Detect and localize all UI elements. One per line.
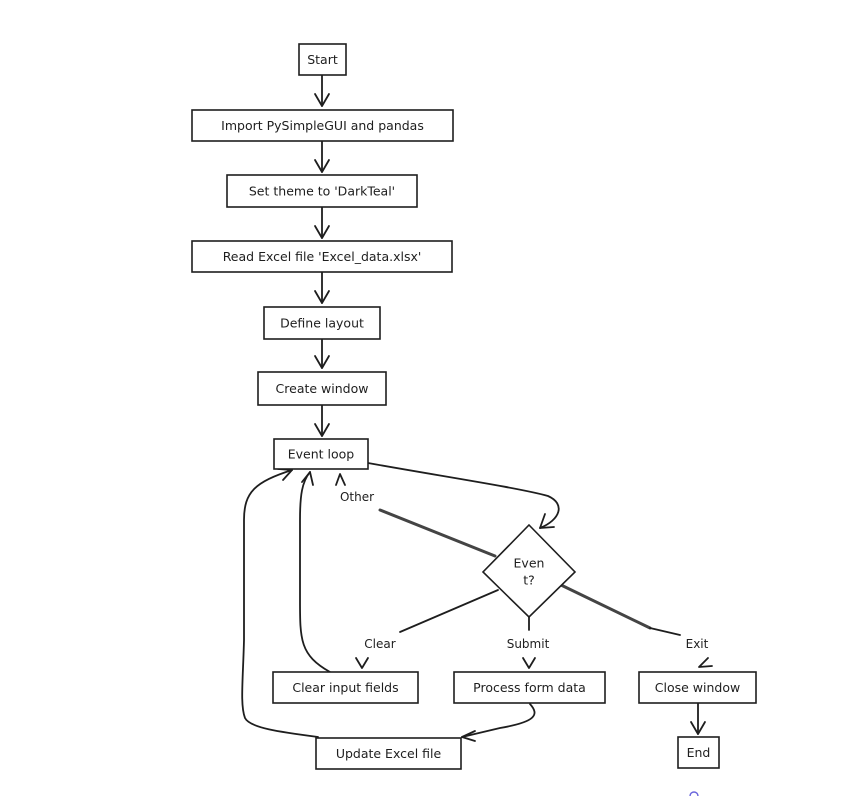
node-read-excel[interactable]: Read Excel file 'Excel_data.xlsx' — [191, 240, 453, 273]
edge-label-other: Other — [340, 490, 374, 504]
node-update-excel[interactable]: Update Excel file — [315, 737, 462, 770]
node-create-window-label: Create window — [276, 381, 369, 396]
edge-label-exit: Exit — [686, 637, 709, 651]
node-clear-fields-label: Clear input fields — [292, 680, 398, 695]
node-event-loop-label: Event loop — [288, 447, 355, 462]
edge-decision-clear — [355, 589, 499, 669]
node-update-excel-label: Update Excel file — [336, 746, 442, 761]
edge-process-update — [461, 703, 536, 742]
node-define-layout[interactable]: Define layout — [263, 306, 381, 340]
edge-decision-other — [335, 473, 652, 630]
node-process-form[interactable]: Process form data — [453, 671, 606, 704]
node-start[interactable]: Start — [298, 43, 347, 76]
node-close-window[interactable]: Close window — [638, 671, 757, 704]
node-process-form-label: Process form data — [473, 680, 586, 695]
cursor-indicator-icon — [689, 791, 699, 796]
edge-clear-loop — [299, 471, 331, 673]
edge-layout-window — [314, 338, 330, 369]
edge-close-end — [690, 702, 706, 735]
edge-import-theme — [314, 140, 330, 173]
node-import-label: Import PySimpleGUI and pandas — [221, 118, 424, 133]
node-event-decision-label-1: Even — [514, 556, 545, 571]
node-clear-fields[interactable]: Clear input fields — [272, 671, 419, 704]
node-end[interactable]: End — [677, 736, 720, 769]
node-event-decision[interactable]: Even t? — [481, 523, 577, 619]
node-create-window[interactable]: Create window — [257, 371, 387, 406]
node-define-layout-label: Define layout — [280, 316, 364, 331]
edge-label-submit: Submit — [507, 637, 550, 651]
node-event-loop[interactable]: Event loop — [273, 438, 369, 470]
node-theme-label: Set theme to 'DarkTeal' — [249, 184, 395, 199]
node-read-excel-label: Read Excel file 'Excel_data.xlsx' — [223, 249, 422, 264]
edge-window-loop — [314, 404, 330, 437]
node-start-label: Start — [307, 52, 338, 67]
edge-theme-read — [314, 206, 330, 239]
flowchart-canvas: Other Clear Submit Exit Start Import PyS… — [191, 43, 757, 796]
edge-read-layout — [314, 271, 330, 304]
node-close-window-label: Close window — [655, 680, 740, 695]
node-event-decision-label-2: t? — [523, 573, 535, 588]
node-end-label: End — [687, 745, 711, 760]
node-import[interactable]: Import PySimpleGUI and pandas — [191, 109, 454, 142]
edge-start-import — [314, 74, 330, 107]
node-theme[interactable]: Set theme to 'DarkTeal' — [226, 174, 418, 208]
edge-label-clear: Clear — [364, 637, 395, 651]
